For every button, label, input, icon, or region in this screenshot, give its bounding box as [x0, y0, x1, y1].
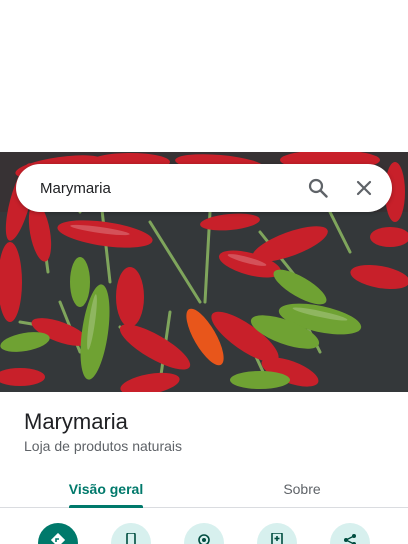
- search-bar[interactable]: Marymaria: [16, 164, 392, 212]
- tab-overview[interactable]: Visão geral: [44, 470, 168, 508]
- call-button[interactable]: [111, 523, 151, 544]
- tab-bar: Visão geral Sobre: [0, 470, 408, 508]
- map-blank-area: [0, 0, 408, 152]
- action-buttons: [0, 520, 408, 544]
- tab-about[interactable]: Sobre: [240, 470, 364, 508]
- directions-button[interactable]: [38, 523, 78, 544]
- location-button[interactable]: [184, 523, 224, 544]
- tab-selected-indicator: [69, 505, 143, 508]
- phone-icon: [124, 532, 138, 544]
- directions-icon: [50, 532, 66, 544]
- search-query[interactable]: Marymaria: [40, 180, 286, 197]
- save-button[interactable]: [257, 523, 297, 544]
- search-icon[interactable]: [304, 174, 332, 202]
- location-icon: [197, 533, 211, 544]
- place-title: Marymaria: [24, 409, 128, 434]
- share-icon: [343, 533, 357, 544]
- place-category: Loja de produtos naturais: [24, 438, 182, 454]
- close-icon[interactable]: [350, 174, 378, 202]
- share-button[interactable]: [330, 523, 370, 544]
- save-icon: [270, 532, 284, 544]
